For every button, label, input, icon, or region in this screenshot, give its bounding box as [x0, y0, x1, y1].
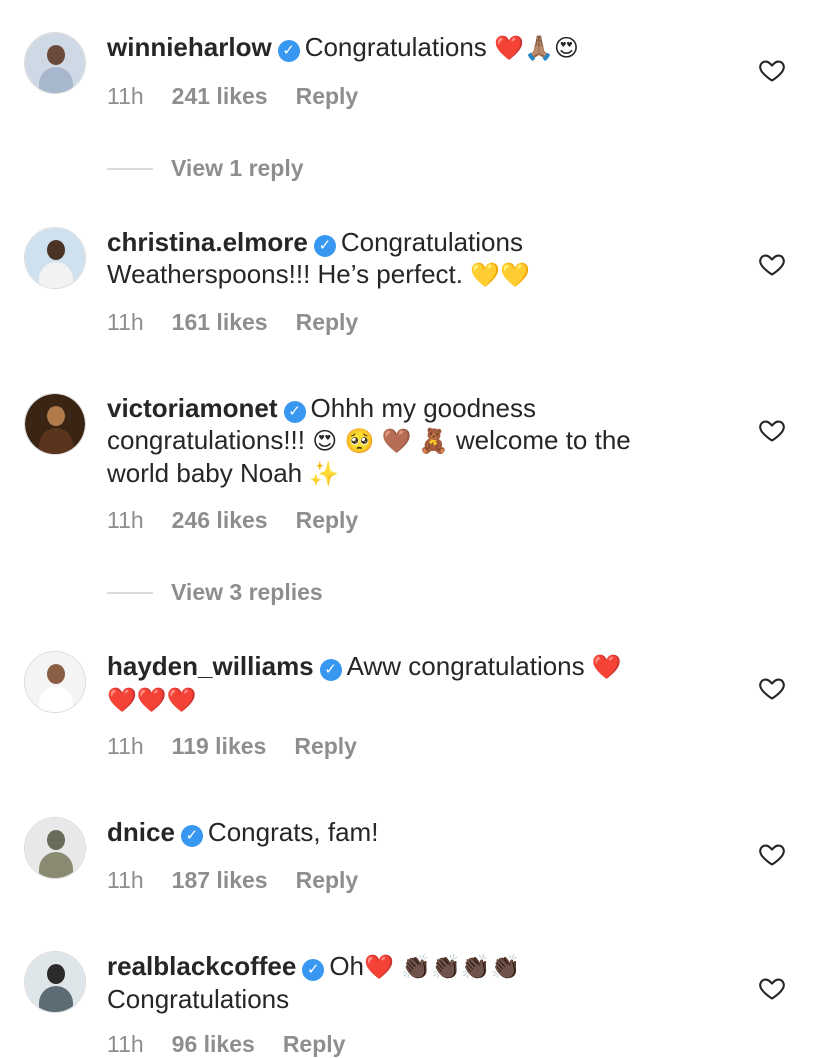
comment-body: Ohhh my goodness: [310, 393, 536, 423]
username[interactable]: victoriamonet: [107, 393, 278, 423]
reply-button[interactable]: Reply: [296, 507, 359, 533]
avatar[interactable]: [24, 951, 86, 1013]
comment-text: victoriamonet ✓ Ohhh my goodness congratul…: [107, 392, 707, 490]
comment-meta: 11h 96 likes Reply: [107, 1031, 373, 1058]
timestamp: 11h: [107, 733, 144, 759]
comment-text: realblackcoffee ✓ Oh❤️ 👏🏿👏🏿👏🏿👏🏿 Congratula…: [107, 950, 707, 1015]
reply-button[interactable]: Reply: [294, 733, 357, 759]
comment-body: Congrats, fam!: [207, 817, 379, 847]
folded-hands-emoji: 🙏🏽: [523, 34, 554, 62]
comment-text: hayden_williams ✓ Aww congratulations ❤️ ❤…: [107, 650, 707, 716]
heart-emoji: ❤️: [591, 653, 622, 681]
teddy-bear-emoji: 🧸: [418, 427, 449, 455]
likes-count[interactable]: 96 likes: [172, 1031, 255, 1057]
username[interactable]: winnieharlow: [107, 32, 272, 62]
verified-badge-icon: ✓: [277, 40, 300, 62]
comment-meta: 11h 161 likes Reply: [107, 309, 386, 336]
comment-meta: 11h 119 likes Reply: [107, 733, 385, 760]
comment-body: Oh: [329, 951, 365, 981]
heart-outline-icon[interactable]: [758, 56, 786, 84]
heart-outline-icon[interactable]: [758, 416, 786, 444]
likes-count[interactable]: 187 likes: [172, 867, 268, 893]
clapping-hands-emoji: 👏🏿: [431, 953, 461, 981]
heart-outline-icon[interactable]: [758, 840, 786, 868]
comment-meta: 11h 241 likes Reply: [107, 83, 386, 110]
comment-body-line4: world baby Noah: [107, 458, 303, 488]
clapping-hands-emoji: 👏🏿: [460, 953, 491, 981]
comment-text: winnieharlow ✓ Congratulations ❤️🙏🏽😍: [107, 31, 707, 64]
avatar[interactable]: [24, 817, 86, 879]
verified-badge-icon: ✓: [313, 235, 336, 257]
likes-count[interactable]: 119 likes: [172, 733, 267, 759]
heart-emoji: ❤️: [166, 686, 197, 714]
comment-meta: 11h 187 likes Reply: [107, 867, 386, 894]
comment-body-line2: Congratulations: [107, 984, 290, 1014]
avatar[interactable]: [24, 227, 86, 289]
brown-heart-emoji: 🤎: [381, 427, 412, 455]
verified-badge-icon: ✓: [319, 659, 342, 681]
heart-outline-icon[interactable]: [758, 674, 786, 702]
view-replies-link[interactable]: View 3 replies: [107, 579, 323, 606]
yellow-heart-emoji: 💛: [470, 261, 501, 289]
heart-eyes-emoji: 😍: [312, 427, 338, 455]
yellow-heart-emoji: 💛: [500, 261, 531, 289]
verified-badge-icon: ✓: [180, 825, 203, 847]
username[interactable]: realblackcoffee: [107, 951, 296, 981]
pleading-face-emoji: 🥺: [344, 427, 375, 455]
username[interactable]: dnice: [107, 817, 175, 847]
avatar[interactable]: [24, 32, 86, 94]
heart-emoji: ❤️: [136, 686, 167, 714]
timestamp: 11h: [107, 867, 144, 893]
heart-emoji: ❤️: [107, 686, 137, 714]
timestamp: 11h: [107, 507, 144, 533]
username[interactable]: hayden_williams: [107, 651, 314, 681]
likes-count[interactable]: 246 likes: [172, 507, 268, 533]
timestamp: 11h: [107, 83, 144, 109]
comment-body-line2: congratulations!!!: [107, 425, 306, 455]
verified-badge-icon: ✓: [302, 959, 325, 981]
heart-eyes-emoji: 😍: [553, 34, 579, 62]
divider-line: [107, 167, 153, 170]
avatar[interactable]: [24, 651, 86, 713]
comment-body: Aww congratulations: [346, 651, 585, 681]
comment-text: dnice ✓ Congrats, fam!: [107, 816, 707, 848]
divider-line: [107, 591, 153, 594]
comment-meta: 11h 246 likes Reply: [107, 507, 386, 534]
view-replies-label: View 1 reply: [171, 155, 304, 181]
username[interactable]: christina.elmore: [107, 227, 308, 257]
heart-emoji: ❤️: [494, 34, 524, 62]
comment-body: Congratulations: [304, 32, 487, 62]
clapping-hands-emoji: 👏🏿: [490, 953, 521, 981]
heart-outline-icon[interactable]: [758, 250, 786, 278]
view-replies-label: View 3 replies: [171, 579, 323, 605]
likes-count[interactable]: 241 likes: [172, 83, 268, 109]
reply-button[interactable]: Reply: [296, 83, 359, 109]
heart-outline-icon[interactable]: [758, 974, 786, 1002]
comment-body: Congratulations: [340, 227, 523, 257]
reply-button[interactable]: Reply: [296, 867, 359, 893]
comment-text: christina.elmore ✓ Congratulations Weather…: [107, 226, 707, 291]
reply-button[interactable]: Reply: [296, 309, 359, 335]
heart-emoji: ❤️: [364, 953, 394, 981]
timestamp: 11h: [107, 1031, 144, 1057]
comment-body-line3: welcome to the: [455, 425, 631, 455]
verified-badge-icon: ✓: [283, 401, 306, 423]
clapping-hands-emoji: 👏🏿: [401, 953, 432, 981]
view-replies-link[interactable]: View 1 reply: [107, 155, 304, 182]
avatar[interactable]: [24, 393, 86, 455]
timestamp: 11h: [107, 309, 144, 335]
sparkles-emoji: ✨: [309, 460, 340, 488]
likes-count[interactable]: 161 likes: [172, 309, 268, 335]
comment-body-line2: Weatherspoons!!! He’s perfect.: [107, 259, 464, 289]
reply-button[interactable]: Reply: [283, 1031, 346, 1057]
